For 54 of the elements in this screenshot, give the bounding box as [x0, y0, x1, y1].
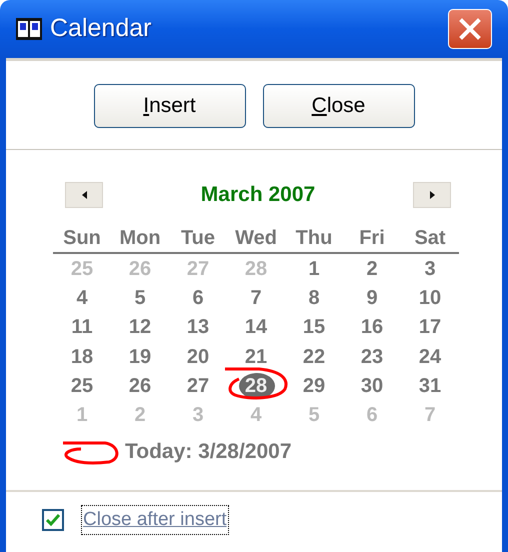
day-cell[interactable]: 1 [308, 254, 320, 284]
day-cell[interactable]: 18 [70, 342, 94, 372]
calendar-icon [16, 18, 42, 40]
close-icon [459, 18, 481, 40]
day-cell[interactable]: 29 [302, 370, 326, 401]
checkbox-label[interactable]: Close after insert [82, 506, 228, 534]
day-cell[interactable]: 30 [360, 370, 384, 401]
day-cell[interactable]: 31 [418, 370, 442, 401]
dialog-button[interactable]: Close [262, 84, 414, 128]
weekday-header: Tue [180, 226, 216, 251]
weekday-header: Fri [358, 226, 386, 251]
day-cell[interactable]: 17 [418, 312, 442, 342]
day-cell[interactable]: 4 [76, 282, 88, 313]
day-cell[interactable]: 24 [418, 342, 442, 372]
day-cell[interactable]: 7 [250, 282, 262, 313]
next-month-button[interactable] [413, 182, 451, 208]
day-cell[interactable]: 23 [360, 342, 384, 372]
day-cell[interactable]: 16 [360, 312, 384, 342]
previous-month-button[interactable] [65, 182, 103, 208]
close-button[interactable] [448, 9, 492, 49]
day-cell[interactable]: 25 [70, 370, 94, 401]
day-cell[interactable]: 2 [366, 254, 378, 284]
weekday-header: Mon [118, 226, 162, 251]
day-cell[interactable]: 15 [302, 312, 326, 342]
day-cell[interactable]: 28 [244, 370, 268, 401]
right-arrow-icon [430, 191, 434, 199]
day-cell[interactable]: 26 [128, 370, 152, 401]
weekday-header: Wed [234, 226, 278, 251]
month-label: March 2007 [200, 182, 316, 208]
day-cell[interactable]: 19 [128, 342, 152, 372]
day-cell[interactable]: 5 [134, 282, 146, 313]
day-cell[interactable]: 8 [308, 282, 320, 313]
day-cell[interactable]: 21 [244, 342, 268, 372]
check-icon [46, 514, 60, 526]
day-cell[interactable]: 13 [186, 312, 210, 342]
window-title: Calendar [50, 13, 152, 44]
day-cell[interactable]: 12 [128, 312, 152, 342]
weekday-header: Sat [413, 226, 447, 251]
day-cell[interactable]: 6 [192, 282, 204, 313]
dialog-button[interactable]: Insert [94, 84, 246, 128]
today-label: Today: 3/28/2007 [125, 438, 292, 465]
weekday-header: Thu [294, 226, 334, 251]
day-cell[interactable]: 22 [302, 342, 326, 372]
day-cell[interactable]: 3 [424, 254, 436, 284]
checkbox[interactable] [42, 508, 64, 531]
day-cell[interactable]: 10 [418, 282, 442, 313]
left-arrow-icon [82, 191, 86, 199]
day-cell[interactable]: 9 [366, 282, 378, 313]
day-cell[interactable]: 14 [244, 312, 268, 342]
circle-mark [61, 438, 121, 465]
day-cell[interactable]: 20 [186, 342, 210, 372]
day-cell[interactable]: 11 [71, 312, 93, 342]
day-cell[interactable]: 27 [186, 370, 210, 401]
weekday-header: Sun [62, 226, 102, 251]
